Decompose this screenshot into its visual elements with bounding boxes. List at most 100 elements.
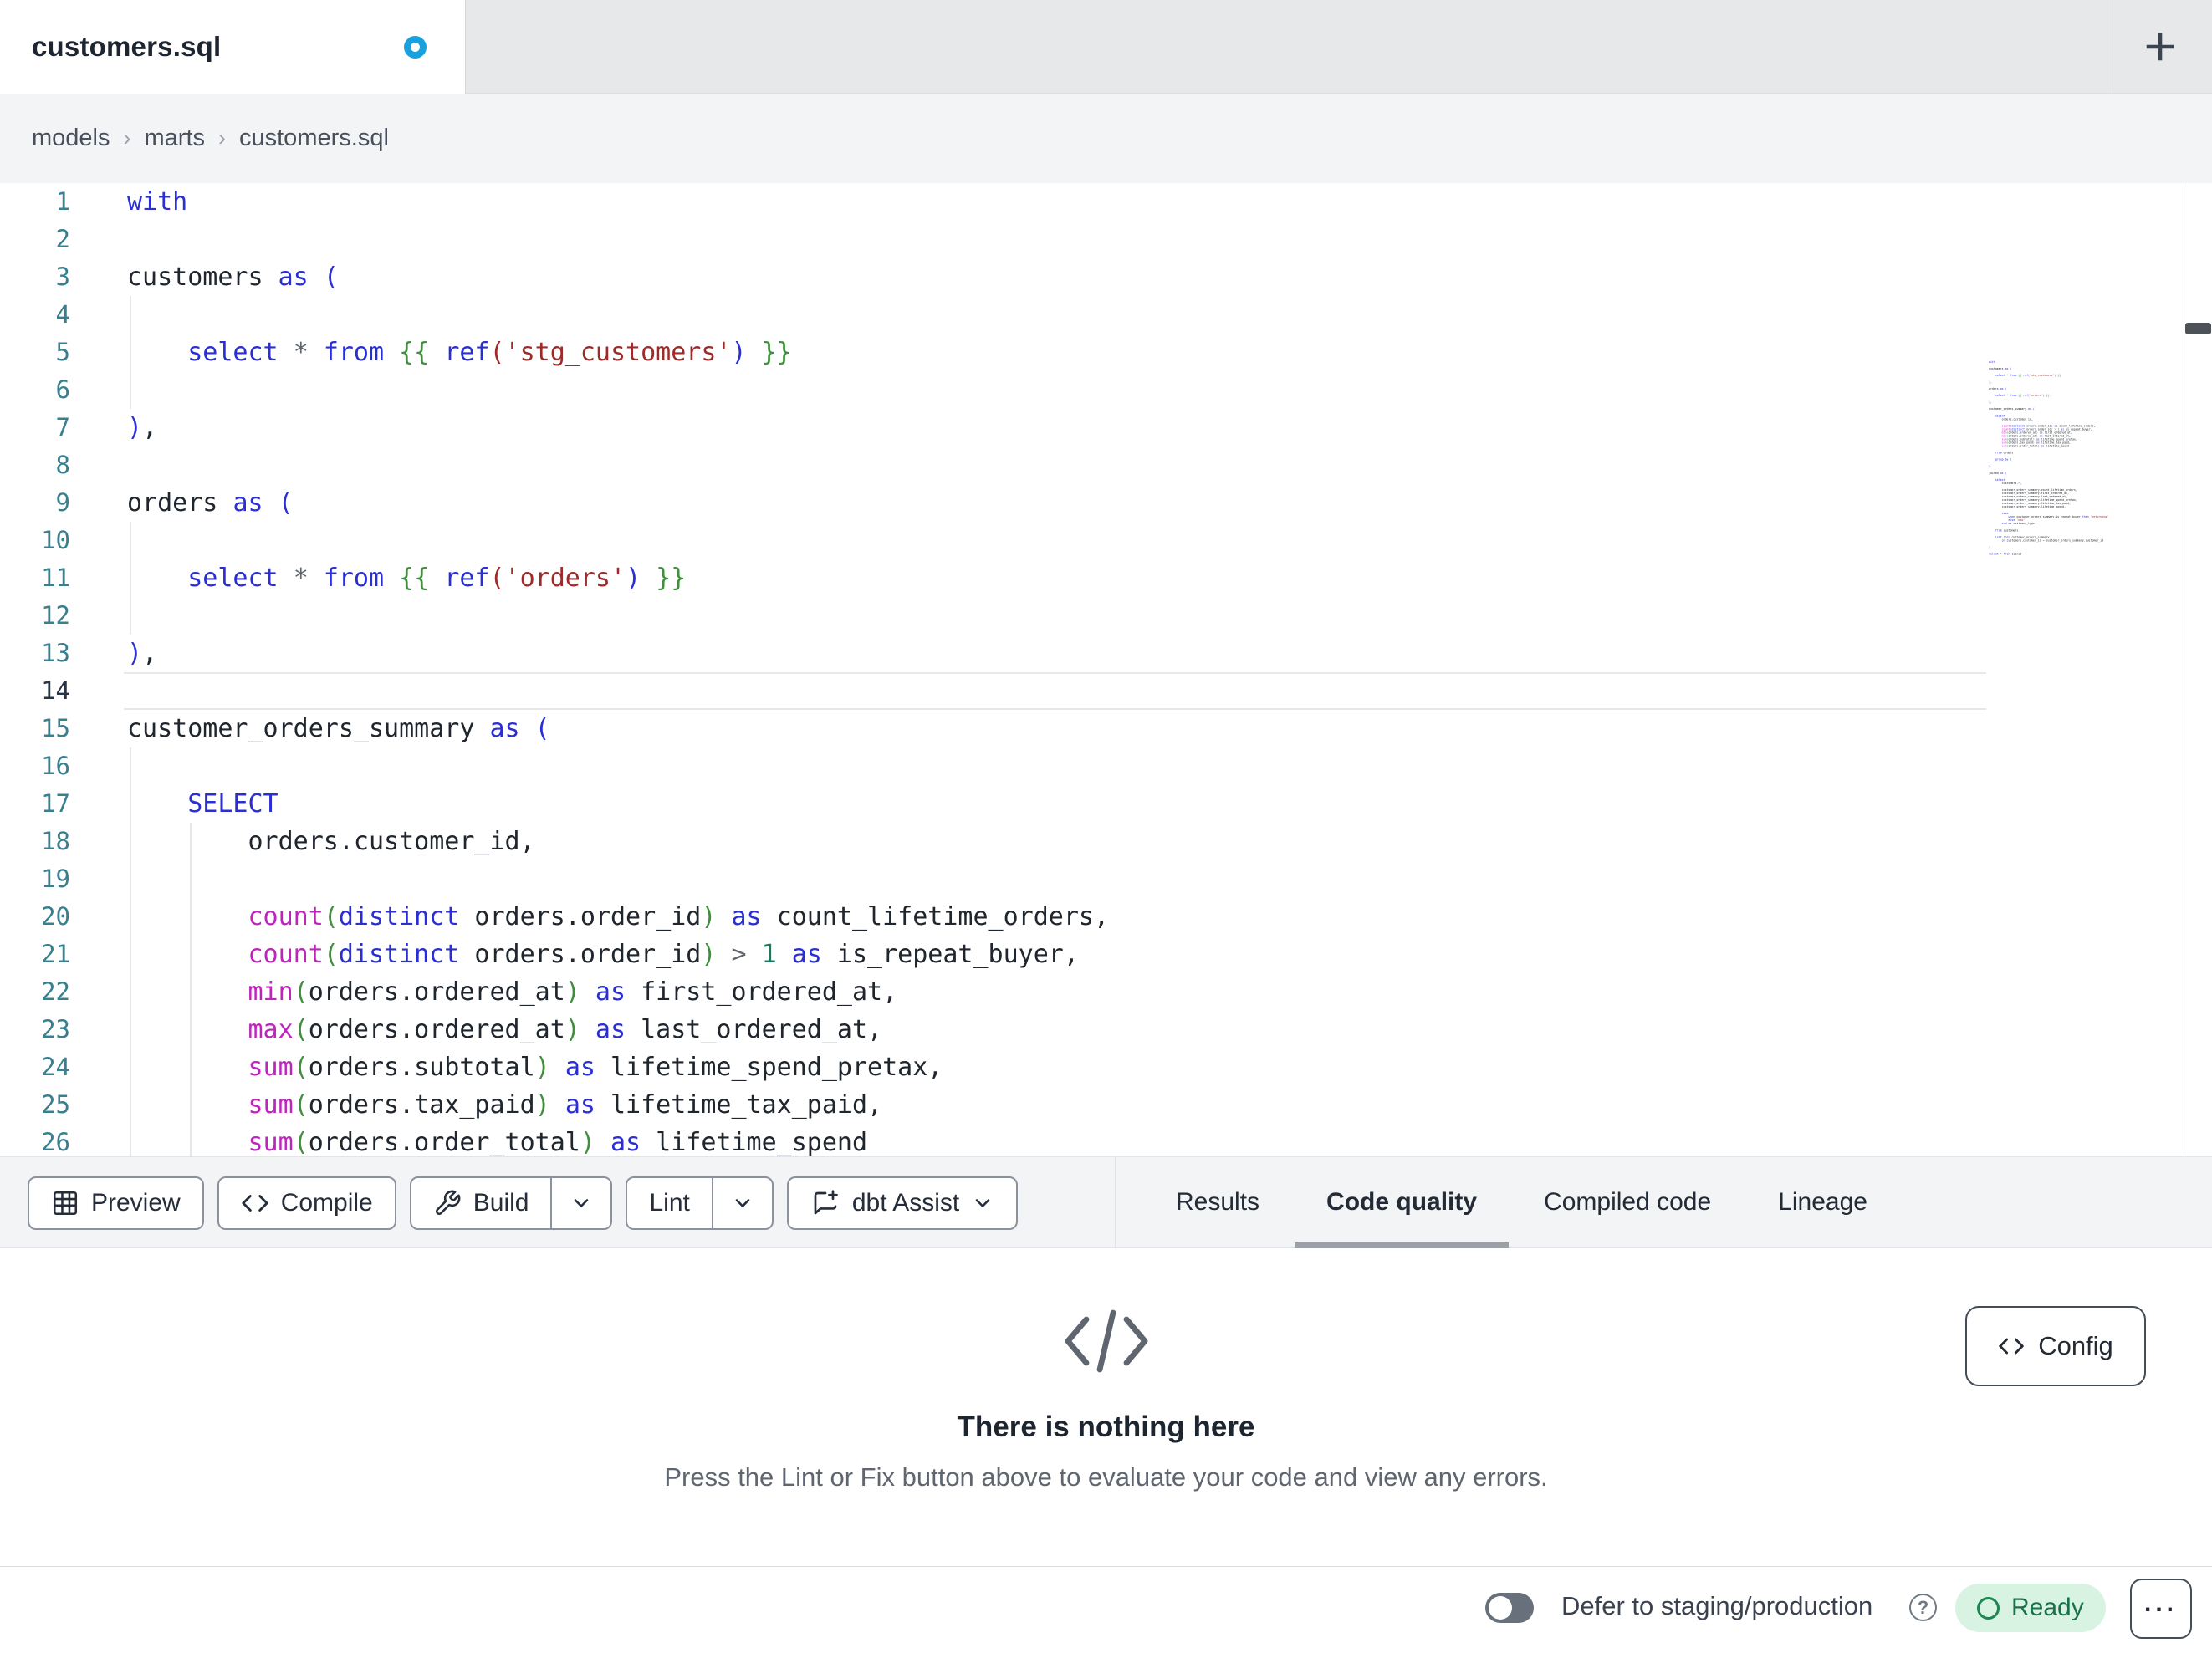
line-number: 23 [41, 1015, 70, 1043]
line-number: 16 [41, 752, 70, 780]
code-line-3[interactable]: 3 customers as ( [0, 258, 2184, 296]
defer-label: Defer to staging/production [1561, 1591, 1873, 1620]
empty-state-subtitle: Press the Lint or Fix button above to ev… [664, 1462, 1548, 1492]
code-line-11[interactable]: 11 select * from {{ ref('orders') }} [0, 559, 2184, 597]
lint-dropdown-button[interactable] [711, 1178, 772, 1228]
toggle-knob [1489, 1596, 1512, 1620]
code-line-13[interactable]: 13), [0, 635, 2184, 672]
breadcrumb-item-models[interactable]: models [32, 125, 110, 152]
line-number: 18 [41, 827, 70, 855]
code-editor[interactable]: 1 with 2 3 customers as ( 4 5 select * from {{… [0, 183, 2212, 1156]
code-line-2[interactable]: 2 [0, 221, 2184, 258]
line-number: 6 [55, 375, 70, 404]
preview-label: Preview [91, 1189, 181, 1217]
code-line-5[interactable]: 5 select * from {{ ref('stg_customers') … [0, 334, 2184, 371]
tab-results-label: Results [1176, 1188, 1260, 1216]
lint-button[interactable]: Lint [627, 1178, 711, 1228]
breadcrumb-separator: › [123, 125, 131, 151]
tab-compiled-code[interactable]: Compiled code [1544, 1156, 1711, 1248]
code-line-1[interactable]: 1 with [0, 183, 2184, 221]
minimap-code: with customers as ( select * from {{ ref… [1989, 360, 2109, 556]
code-text: orders.customer_id, [127, 827, 535, 856]
tab-code-quality-label: Code quality [1326, 1188, 1478, 1216]
breadcrumb-item-file[interactable]: customers.sql [239, 125, 389, 152]
compile-button[interactable]: Compile [217, 1176, 396, 1230]
code-line-17[interactable]: 17 SELECT [0, 785, 2184, 823]
code-line-8[interactable]: 8 [0, 446, 2184, 484]
config-button[interactable]: Config [1965, 1306, 2146, 1386]
line-number: 3 [55, 263, 70, 291]
dbt-assist-button[interactable]: dbt Assist [786, 1176, 1019, 1230]
code-line-26[interactable]: 26 sum(orders.order_total) as lifetime_s… [0, 1124, 2184, 1156]
code-line-14[interactable]: 14 [0, 672, 2184, 710]
tab-customers-sql[interactable]: customers.sql [0, 0, 466, 94]
more-options-button[interactable]: ... [2130, 1579, 2192, 1639]
editor-tab-bar: customers.sql [0, 0, 2212, 94]
line-number: 12 [41, 601, 70, 630]
minimap[interactable]: with customers as ( select * from {{ ref… [1989, 360, 2117, 569]
tab-lineage-label: Lineage [1778, 1188, 1867, 1216]
editor-scrollbar-thumb[interactable] [2185, 323, 2211, 334]
code-line-4[interactable]: 4 [0, 296, 2184, 334]
tab-results[interactable]: Results [1176, 1156, 1259, 1248]
result-panel-tabs: Results Code quality Compiled code Linea… [1176, 1156, 1867, 1248]
line-number: 20 [41, 902, 70, 931]
line-number: 26 [41, 1128, 70, 1156]
line-number: 9 [55, 488, 70, 517]
breadcrumb-item-marts[interactable]: marts [145, 125, 206, 152]
help-icon[interactable]: ? [1909, 1594, 1937, 1621]
empty-state: There is nothing here Press the Lint or … [0, 1249, 2212, 1492]
defer-toggle[interactable] [1485, 1593, 1534, 1623]
tab-code-quality[interactable]: Code quality [1295, 1156, 1510, 1248]
line-number: 22 [41, 977, 70, 1006]
code-line-21[interactable]: 21 count(distinct orders.order_id) > 1 a… [0, 936, 2184, 973]
code-text: customer_orders_summary as ( [127, 714, 550, 743]
ready-label: Ready [2011, 1594, 2084, 1621]
code-icon [1999, 1338, 2024, 1355]
code-line-22[interactable]: 22 min(orders.ordered_at) as first_order… [0, 973, 2184, 1011]
code-line-9[interactable]: 9 orders as ( [0, 484, 2184, 522]
line-number: 21 [41, 940, 70, 968]
code-line-18[interactable]: 18 orders.customer_id, [0, 823, 2184, 860]
build-dropdown-button[interactable] [550, 1178, 610, 1228]
config-label: Config [2038, 1331, 2113, 1360]
code-line-16[interactable]: 16 [0, 747, 2184, 785]
preview-button[interactable]: Preview [28, 1176, 204, 1230]
line-number: 14 [41, 676, 70, 705]
assist-chat-icon [814, 1190, 838, 1215]
line-number: 4 [55, 300, 70, 329]
build-split-button: Build [409, 1176, 613, 1230]
code-lines: 1 with 2 3 customers as ( 4 5 select * from {{… [0, 183, 2184, 1156]
code-line-19[interactable]: 19 [0, 860, 2184, 898]
code-text: select * from {{ ref('orders') }} [187, 564, 687, 593]
code-text: SELECT [187, 789, 278, 819]
line-number: 25 [41, 1090, 70, 1119]
code-line-23[interactable]: 23 max(orders.ordered_at) as last_ordere… [0, 1011, 2184, 1048]
code-text: ), [127, 639, 158, 668]
new-tab-button[interactable] [2130, 17, 2190, 77]
build-label: Build [473, 1189, 529, 1217]
lint-split-button: Lint [626, 1176, 774, 1230]
plus-icon [2146, 33, 2174, 61]
code-line-20[interactable]: 20 count(distinct orders.order_id) as co… [0, 898, 2184, 936]
code-text: count(distinct orders.order_id) as count… [248, 902, 1110, 931]
dbt-assist-label: dbt Assist [851, 1189, 960, 1217]
code-line-10[interactable]: 10 [0, 522, 2184, 559]
code-line-7[interactable]: 7), [0, 409, 2184, 446]
code-icon [242, 1195, 268, 1212]
toolbar-divider [1115, 1156, 1116, 1248]
line-number: 24 [41, 1053, 70, 1081]
code-line-6[interactable]: 6 [0, 371, 2184, 409]
status-bar [0, 1566, 2212, 1653]
code-line-12[interactable]: 12 [0, 597, 2184, 635]
code-line-15[interactable]: 15 customer_orders_summary as ( [0, 710, 2184, 747]
table-icon [53, 1191, 78, 1216]
breadcrumb-separator: › [218, 125, 226, 151]
build-button[interactable]: Build [411, 1178, 551, 1228]
chevron-down-icon [975, 1199, 990, 1207]
code-line-25[interactable]: 25 sum(orders.tax_paid) as lifetime_tax_… [0, 1086, 2184, 1124]
tab-title: customers.sql [32, 31, 222, 62]
tab-lineage[interactable]: Lineage [1778, 1156, 1867, 1248]
code-text: orders as ( [127, 488, 294, 518]
code-line-24[interactable]: 24 sum(orders.subtotal) as lifetime_spen… [0, 1048, 2184, 1086]
